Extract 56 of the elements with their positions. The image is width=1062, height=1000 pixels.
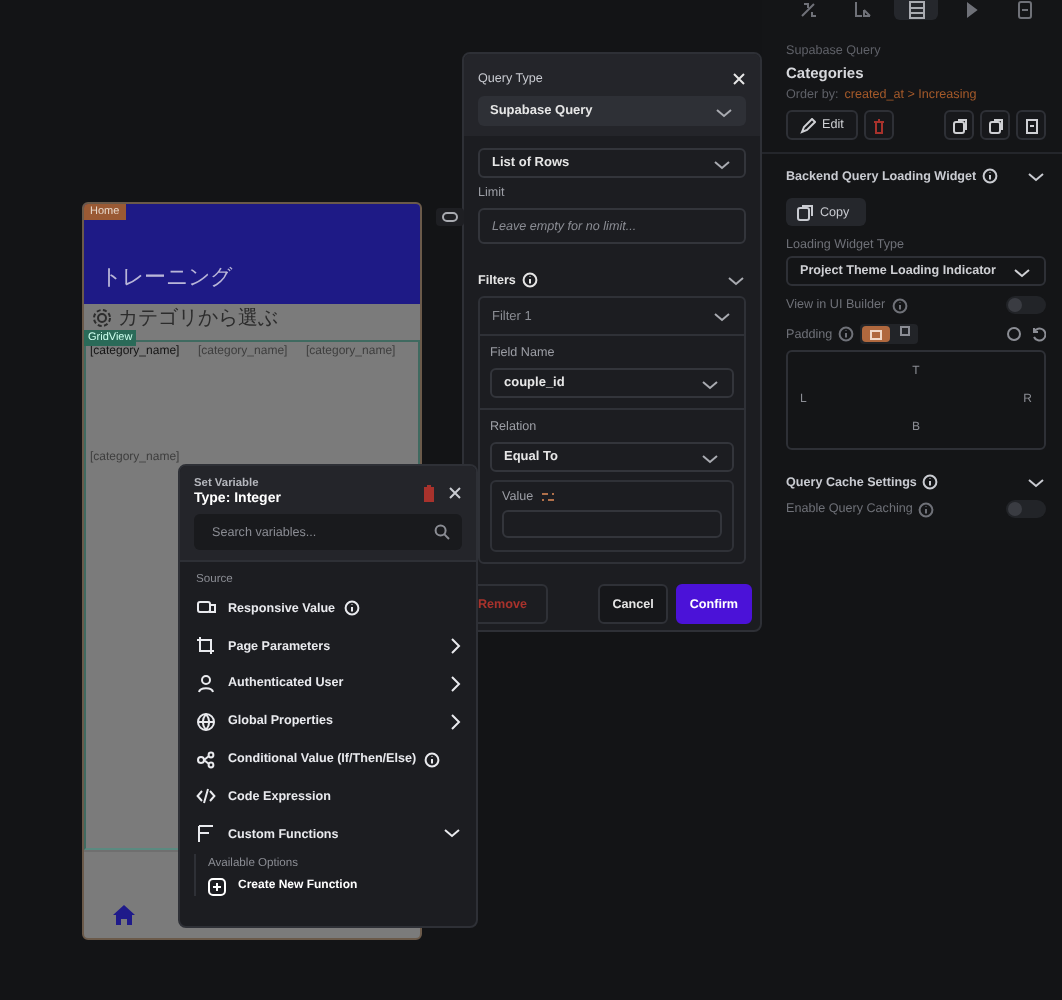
frame-icon: [870, 329, 883, 339]
delete-button[interactable]: [863, 110, 894, 140]
chevron-down-icon[interactable]: [1026, 168, 1046, 184]
chevron-down-icon: [700, 449, 720, 465]
copy-button[interactable]: [944, 110, 974, 140]
responsive-icon: [196, 598, 216, 619]
gear-icon: [92, 308, 112, 328]
code-icon: [196, 786, 216, 807]
section-label: カテゴリから選ぶ: [118, 306, 278, 332]
info-icon: [922, 474, 939, 490]
globe-icon: [196, 711, 216, 732]
chevron-right-icon: [446, 673, 462, 694]
branch-icon: [196, 749, 216, 770]
copy-icon: [951, 117, 967, 133]
pencil-icon: [800, 117, 816, 133]
document-icon: [1013, 0, 1035, 20]
search-icon: [434, 524, 450, 540]
chevron-down-icon: [712, 155, 732, 171]
function-icon: [196, 824, 216, 845]
cursor-icon: [851, 0, 873, 20]
close-icon[interactable]: [448, 486, 462, 500]
add-icon: [208, 877, 226, 896]
document-icon: [1023, 117, 1039, 133]
info-icon: [343, 600, 360, 617]
chevron-down-icon: [1012, 263, 1032, 279]
trash-icon: [871, 117, 886, 133]
chevron-right-icon: [446, 636, 462, 657]
user-icon: [196, 673, 216, 694]
screen-title: トレーニング: [100, 264, 232, 292]
duplicate-button[interactable]: [980, 110, 1010, 140]
home-icon[interactable]: [112, 904, 136, 926]
info-icon: [838, 326, 855, 342]
info-icon: [521, 272, 538, 288]
close-icon[interactable]: [732, 72, 746, 86]
chevron-down-icon: [700, 375, 720, 391]
chevron-down-icon: [714, 103, 734, 119]
reset-icon[interactable]: [1030, 326, 1046, 342]
chevron-right-icon: [446, 711, 462, 732]
info-icon: [982, 168, 999, 184]
info-icon: [424, 751, 441, 768]
toggle-switch[interactable]: [1006, 500, 1046, 518]
padding-mode-toggle[interactable]: [860, 324, 919, 344]
square-icon: [899, 326, 910, 336]
copy-icon: [987, 117, 1003, 133]
info-icon: [918, 501, 935, 517]
value-field[interactable]: [502, 510, 722, 538]
variable-icon[interactable]: [539, 490, 556, 504]
panel-tab[interactable]: [894, 0, 938, 20]
copy-icon: [796, 203, 814, 221]
info-icon: [891, 297, 908, 313]
toggle-switch[interactable]: [1006, 296, 1046, 314]
chevron-down-icon[interactable]: [1026, 474, 1046, 490]
crop-icon: [196, 636, 216, 657]
table-icon: [905, 0, 927, 20]
wand-icon: [797, 0, 819, 20]
document-button[interactable]: [1016, 110, 1046, 140]
